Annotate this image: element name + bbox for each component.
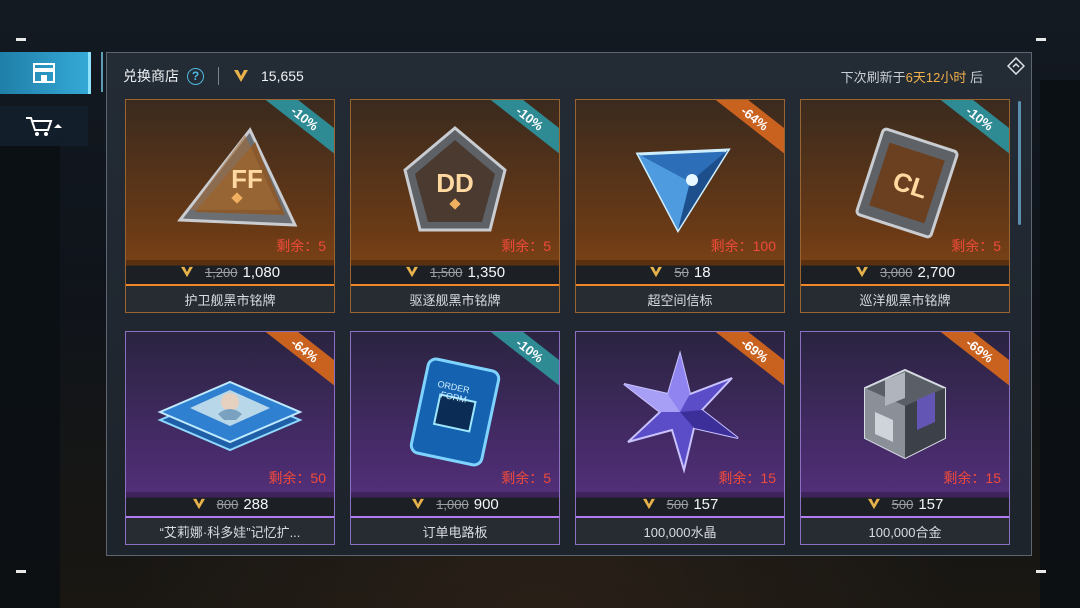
price-row: 500 157 <box>801 492 1009 518</box>
original-price: 3,000 <box>879 264 913 280</box>
price-row: 50 18 <box>576 260 784 286</box>
remaining-stock: 剩余：5 <box>501 470 551 486</box>
help-icon[interactable]: ? <box>187 67 204 85</box>
item-name: 驱逐舰黑市铭牌 <box>351 286 559 312</box>
price-row: 3,000 2,700 <box>801 260 1009 286</box>
currency-balance: 15,655 <box>261 68 304 84</box>
item-name: “艾莉娜·科多娃”记忆扩... <box>126 518 334 544</box>
remaining-stock: 剩余：100 <box>710 238 776 254</box>
sidebar-tab-shop[interactable] <box>0 52 88 94</box>
sale-price: 288 <box>243 495 269 513</box>
original-price: 500 <box>891 496 914 512</box>
sale-price: 900 <box>473 495 499 513</box>
price-row: 1,200 1,080 <box>126 260 334 286</box>
price-row: 1,500 1,350 <box>351 260 559 286</box>
sale-price: 1,350 <box>467 263 506 281</box>
item-name: 护卫舰黑市铭牌 <box>126 286 334 312</box>
original-price: 50 <box>674 264 689 280</box>
v-currency-icon <box>234 70 248 82</box>
shop-item-card[interactable]: -69% 剩余：15 500 157 100,000合金 <box>800 331 1010 545</box>
shop-item-card[interactable]: -64% 剩余：100 50 18 超空间信标 <box>575 99 785 313</box>
shop-item-card[interactable]: DD -10% 剩余：5 1,500 1,350 驱逐舰黑市铭牌 <box>350 99 560 313</box>
original-price: 1,200 <box>204 264 238 280</box>
refresh-prefix: 下次刷新于 <box>840 70 906 85</box>
item-name: 超空间信标 <box>576 286 784 312</box>
collapse-diamond-icon[interactable] <box>1007 57 1025 75</box>
refresh-time: 6天12小时 <box>905 70 967 85</box>
svg-text:FF: FF <box>231 164 263 194</box>
remaining-stock: 剩余：15 <box>943 470 1001 486</box>
refresh-timer: 下次刷新于6天12小时 后 <box>841 67 983 86</box>
page-title: 兑换商店 <box>123 68 179 84</box>
v-currency-icon <box>405 266 418 278</box>
original-price: 1,500 <box>429 264 463 280</box>
remaining-stock: 剩余：5 <box>276 238 326 254</box>
corner-mark <box>16 570 26 573</box>
corner-mark <box>16 38 26 41</box>
panel-header: 兑换商店 ? 15,655 <box>123 65 304 87</box>
remaining-stock: 剩余：15 <box>718 470 776 486</box>
corner-mark <box>1036 38 1046 41</box>
svg-text:DD: DD <box>436 168 474 198</box>
shop-item-card[interactable]: CL -10% 剩余：5 3,000 2,700 巡洋舰黑市铭牌 <box>800 99 1010 313</box>
shop-item-card[interactable]: ORDER FORM -10% 剩余：5 1,000 900 订单电路板 <box>350 331 560 545</box>
v-currency-icon <box>192 498 205 510</box>
v-currency-icon <box>855 266 868 278</box>
price-row: 1,000 900 <box>351 492 559 518</box>
sidebar-active-indicator <box>88 52 91 94</box>
remaining-stock: 剩余：50 <box>268 470 326 486</box>
v-currency-icon <box>867 498 880 510</box>
v-currency-icon <box>642 498 655 510</box>
v-currency-icon <box>180 266 193 278</box>
divider <box>218 67 219 85</box>
sale-price: 157 <box>918 495 944 513</box>
sale-price: 1,080 <box>242 263 281 281</box>
refresh-suffix: 后 <box>966 70 983 85</box>
scrollbar[interactable] <box>1018 101 1021 225</box>
sale-price: 2,700 <box>917 263 956 281</box>
corner-mark <box>1036 570 1046 573</box>
cart-icon <box>26 117 62 136</box>
sale-price: 157 <box>693 495 719 513</box>
shop-item-card[interactable]: -69% 剩余：15 500 157 100,000水晶 <box>575 331 785 545</box>
item-name: 巡洋舰黑市铭牌 <box>801 286 1009 312</box>
price-row: 500 157 <box>576 492 784 518</box>
original-price: 800 <box>216 496 239 512</box>
item-name: 100,000水晶 <box>576 518 784 544</box>
remaining-stock: 剩余：5 <box>501 238 551 254</box>
shop-icon <box>33 63 55 83</box>
shop-item-card[interactable]: FF -10% 剩余：5 1,200 1,080 护卫舰黑市铭牌 <box>125 99 335 313</box>
exchange-shop-panel: 兑换商店 ? 15,655 下次刷新于6天12小时 后 FF -10% 剩余：5 <box>106 52 1032 556</box>
original-price: 1,000 <box>436 496 469 512</box>
panel-edge-accent <box>101 52 103 92</box>
sale-price: 18 <box>693 263 711 281</box>
background-building <box>1040 80 1080 608</box>
sidebar-tab-cart[interactable] <box>0 106 88 146</box>
remaining-stock: 剩余：5 <box>951 238 1001 254</box>
price-row: 800 288 <box>126 492 334 518</box>
shop-item-card[interactable]: -64% 剩余：50 800 288 “艾莉娜·科多娃”记忆扩... <box>125 331 335 545</box>
item-name: 100,000合金 <box>801 518 1009 544</box>
item-name: 订单电路板 <box>351 518 559 544</box>
original-price: 500 <box>666 496 689 512</box>
v-currency-icon <box>650 266 663 278</box>
background-building <box>0 140 60 608</box>
v-currency-icon <box>412 498 425 510</box>
